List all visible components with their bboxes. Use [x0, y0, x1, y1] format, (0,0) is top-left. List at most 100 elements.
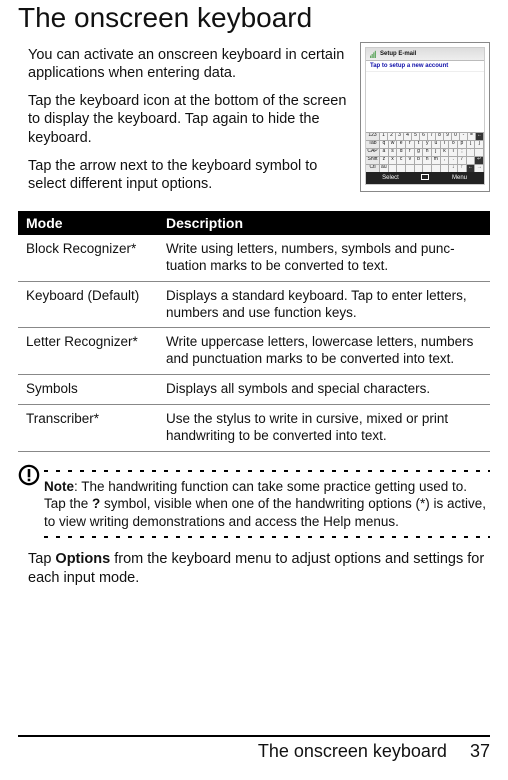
after-prefix: Tap	[28, 551, 55, 567]
intro-p3: Tap the arrow next to the keyboard symbo…	[28, 157, 350, 193]
table-row: Transcriber*Use the stylus to write in c…	[18, 405, 490, 452]
kbd-key: w	[389, 141, 398, 148]
table-row: SymbolsDisplays all symbols and special …	[18, 375, 490, 405]
kbd-key: 6	[420, 133, 428, 140]
kbd-key: 0	[452, 133, 460, 140]
kbd-key: c	[397, 157, 406, 164]
note-block: Note: The handwriting function can take …	[18, 464, 490, 545]
kbd-key: /	[458, 157, 467, 164]
after-note: Tap Options from the keyboard menu to ad…	[18, 550, 490, 588]
kbd-key: áü	[380, 165, 389, 172]
desc-cell: Displays all symbols and special charact…	[158, 375, 490, 405]
kbd-key: ↓	[449, 165, 458, 172]
thumb-soft-left: Select	[366, 175, 415, 181]
kbd-key: ,	[441, 157, 450, 164]
table-row: Keyboard (Default)Displays a standard ke…	[18, 281, 490, 328]
kbd-key: 9	[444, 133, 452, 140]
table-row: Block Recognizer*Write using letters, nu…	[18, 235, 490, 281]
note-text-b: symbol, visible when one of the handwrit…	[44, 496, 486, 529]
thumb-subtitle: Tap to setup a new account	[366, 61, 484, 72]
modes-table: Mode Description Block Recognizer*Write …	[18, 211, 490, 452]
kbd-row-label: Tab	[366, 141, 380, 148]
kbd-key	[406, 165, 415, 172]
kbd-key	[415, 165, 424, 172]
kbd-key: ↵	[475, 157, 484, 164]
kbd-key: d	[397, 149, 406, 156]
kbd-key: 8	[436, 133, 444, 140]
kbd-key	[397, 165, 406, 172]
kbd-key	[467, 157, 476, 164]
kbd-key: y	[423, 141, 432, 148]
kbd-key: l	[449, 149, 458, 156]
kbd-key: →	[475, 165, 484, 172]
kbd-key: q	[380, 141, 389, 148]
thumb-titlebar: Setup E-mail	[366, 48, 484, 61]
options-word: Options	[55, 551, 110, 567]
dashed-line-bottom	[44, 536, 490, 538]
desc-cell: Write uppercase letters, lowercase lette…	[158, 328, 490, 375]
kbd-key	[432, 165, 441, 172]
kbd-key: 3	[396, 133, 404, 140]
kbd-key: ]	[475, 141, 484, 148]
kbd-row-label: 123	[366, 133, 380, 140]
kbd-key: ;	[458, 149, 467, 156]
kbd-key: 4	[404, 133, 412, 140]
kbd-key: 1	[380, 133, 388, 140]
kbd-key: ←	[467, 165, 476, 172]
kbd-row: Ctláü´↓↑←→	[366, 164, 484, 172]
kbd-key: j	[432, 149, 441, 156]
th-mode: Mode	[18, 211, 158, 235]
kbd-key: t	[415, 141, 424, 148]
kbd-key: -	[460, 133, 468, 140]
footer-page-number: 37	[470, 741, 490, 762]
thumb-title: Setup E-mail	[380, 51, 416, 57]
kbd-key: x	[389, 157, 398, 164]
mode-cell: Block Recognizer*	[18, 235, 158, 281]
kbd-key: .	[449, 157, 458, 164]
mode-cell: Letter Recognizer*	[18, 328, 158, 375]
kbd-key: r	[406, 141, 415, 148]
thumb-softkeys: Select Menu	[366, 172, 484, 184]
kbd-key: e	[397, 141, 406, 148]
th-desc: Description	[158, 211, 490, 235]
kbd-key: g	[415, 149, 424, 156]
desc-cell: Write using letters, numbers, symbols an…	[158, 235, 490, 281]
kbd-key: s	[389, 149, 398, 156]
footer-title: The onscreen keyboard	[258, 741, 447, 761]
kbd-key: h	[423, 149, 432, 156]
page-heading: The onscreen keyboard	[18, 0, 490, 34]
kbd-key: z	[380, 157, 389, 164]
kbd-key: ´	[389, 165, 398, 172]
kbd-key: a	[380, 149, 389, 156]
mode-cell: Transcriber*	[18, 405, 158, 452]
mode-cell: Symbols	[18, 375, 158, 405]
kbd-row-label: Shift	[366, 157, 380, 164]
kbd-key: p	[458, 141, 467, 148]
mode-cell: Keyboard (Default)	[18, 281, 158, 328]
kbd-key: m	[432, 157, 441, 164]
kbd-row-label: CAP	[366, 149, 380, 156]
note-content: Note: The handwriting function can take …	[44, 464, 490, 545]
intro-text: You can activate an onscreen keyboard in…	[18, 42, 350, 203]
kbd-key: i	[441, 141, 450, 148]
kbd-key: k	[441, 149, 450, 156]
thumb-body	[366, 72, 484, 132]
page-footer: The onscreen keyboard 37	[18, 735, 490, 762]
kbd-key: v	[406, 157, 415, 164]
kbd-key: 7	[428, 133, 436, 140]
kbd-key: 2	[388, 133, 396, 140]
kbd-key	[423, 165, 432, 172]
note-label: Note	[44, 479, 74, 494]
table-row: Letter Recognizer*Write uppercase letter…	[18, 328, 490, 375]
kbd-key	[441, 165, 450, 172]
signal-icon	[370, 50, 378, 58]
kbd-row: Shiftzxcvbnm,./↵	[366, 156, 484, 164]
kbd-key: '	[467, 149, 476, 156]
kbd-key: ←	[476, 133, 484, 140]
intro-p1: You can activate an onscreen keyboard in…	[28, 46, 350, 82]
kbd-key: [	[467, 141, 476, 148]
kbd-row: CAPasdfghjkl;'	[366, 148, 484, 156]
kbd-key: f	[406, 149, 415, 156]
kbd-row: Tabqwertyuiop[]	[366, 140, 484, 148]
dashed-line-top	[44, 470, 490, 472]
